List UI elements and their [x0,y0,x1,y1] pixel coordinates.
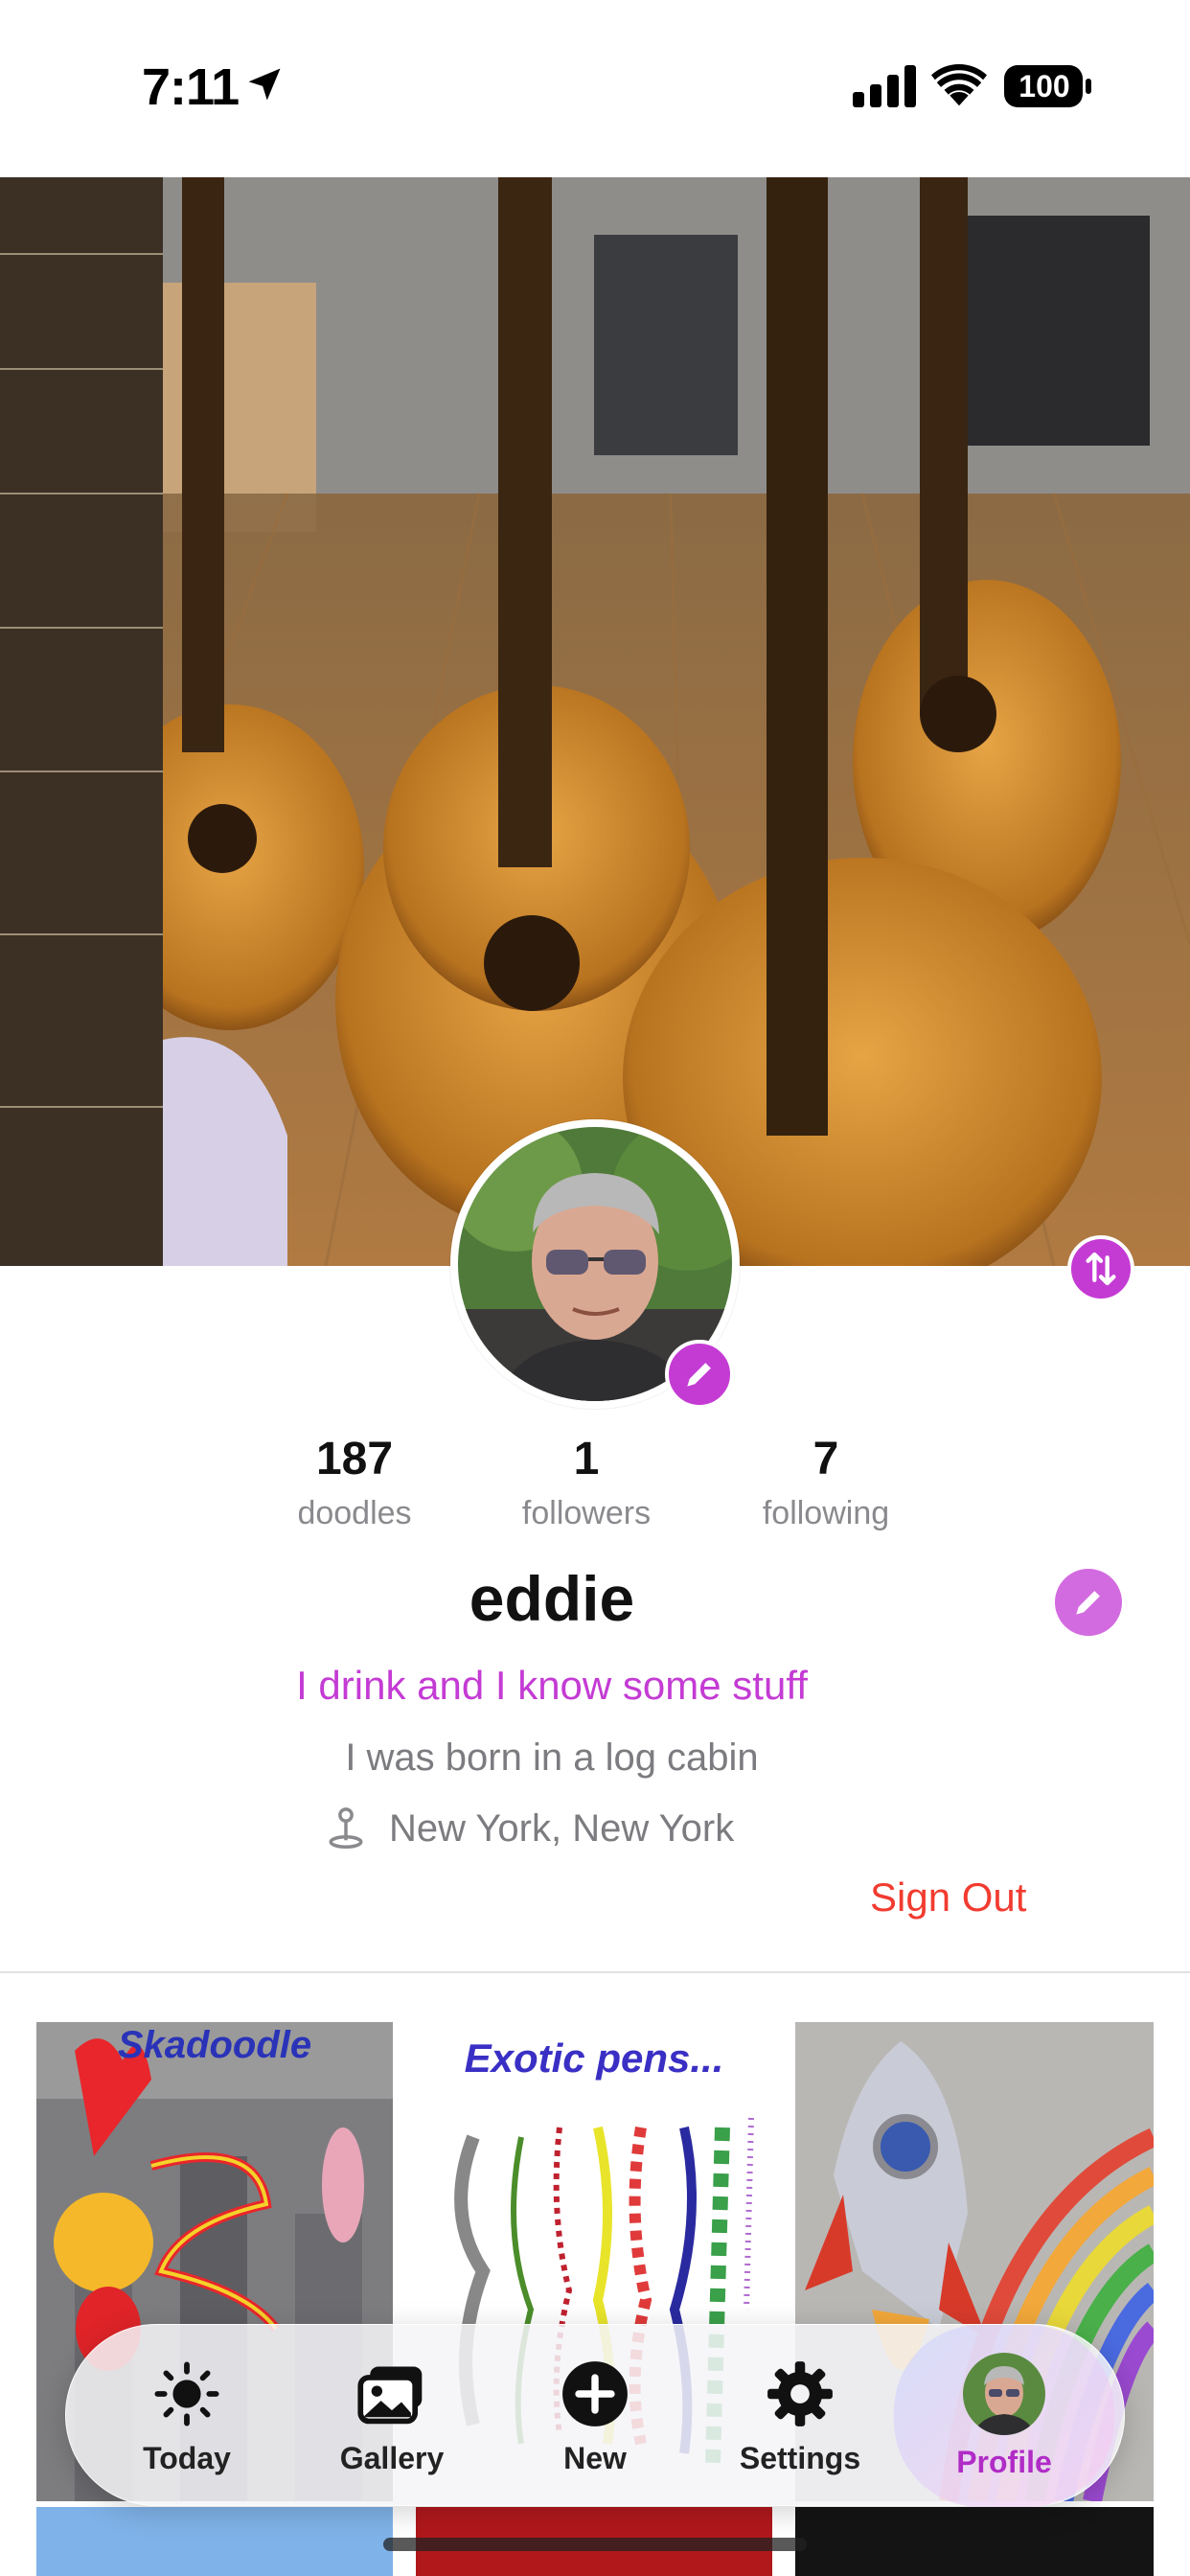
status-time: 7:11 [142,58,240,116]
location-arrow-icon [248,68,281,101]
tile-title: Exotic pens... [464,2036,724,2081]
swap-arrows-icon [1086,1252,1116,1286]
stat-label: doodles [297,1495,412,1531]
username: eddie [469,1563,635,1634]
sign-out-button[interactable]: Sign Out [870,1874,1026,1920]
tab-new[interactable]: New [509,2325,681,2507]
edit-profile-button[interactable] [1055,1569,1122,1636]
stat-label: followers [521,1495,652,1531]
sun-icon [154,2360,219,2426]
doodle-tile[interactable] [36,2507,393,2576]
tab-label: New [563,2440,627,2475]
tab-gallery[interactable]: Gallery [306,2325,478,2507]
tab-label: Profile [956,2444,1052,2479]
profile-location: New York, New York [326,1806,734,1851]
tab-profile[interactable]: Profile [894,2325,1114,2507]
pencil-icon [687,1363,711,1387]
pencil-icon [1076,1591,1100,1615]
plus-circle-icon [562,2360,628,2426]
home-indicator [383,2538,807,2551]
tab-label: Settings [739,2440,861,2475]
location-text: New York, New York [389,1806,735,1850]
tile-title: Skadoodle [117,2024,312,2066]
edit-avatar-button[interactable] [665,1340,734,1409]
stat-value: 187 [315,1434,394,1484]
gear-icon [767,2360,833,2426]
profile-tagline: I drink and I know some stuff [296,1663,808,1708]
status-bar: 7:11 100 [0,0,1190,177]
divider [0,1971,1190,1973]
stat-doodles[interactable]: 187 doodles [249,1433,460,1532]
photos-icon [357,2366,423,2424]
stat-followers[interactable]: 1 followers [481,1433,692,1532]
battery-level: 100 [1018,69,1070,104]
tab-label: Gallery [339,2440,445,2475]
profile-bio: I was born in a log cabin [345,1736,759,1779]
stat-following[interactable]: 7 following [721,1433,931,1532]
stat-label: following [762,1495,890,1531]
tab-settings[interactable]: Settings [714,2325,886,2507]
tab-label: Today [143,2440,231,2475]
cellular-signal-icon [853,65,916,107]
swap-cover-button[interactable] [1067,1235,1134,1302]
stat-value: 7 [812,1434,839,1484]
cover-photo[interactable] [0,177,1190,1266]
tab-today[interactable]: Today [101,2325,273,2507]
doodle-tile[interactable] [795,2507,1154,2576]
avatar-icon [963,2352,1045,2435]
map-pin-icon [329,1807,363,1849]
wifi-icon [931,63,987,106]
stat-value: 1 [573,1434,600,1484]
tab-bar: Today Gallery New Settings Profile [65,2324,1125,2507]
